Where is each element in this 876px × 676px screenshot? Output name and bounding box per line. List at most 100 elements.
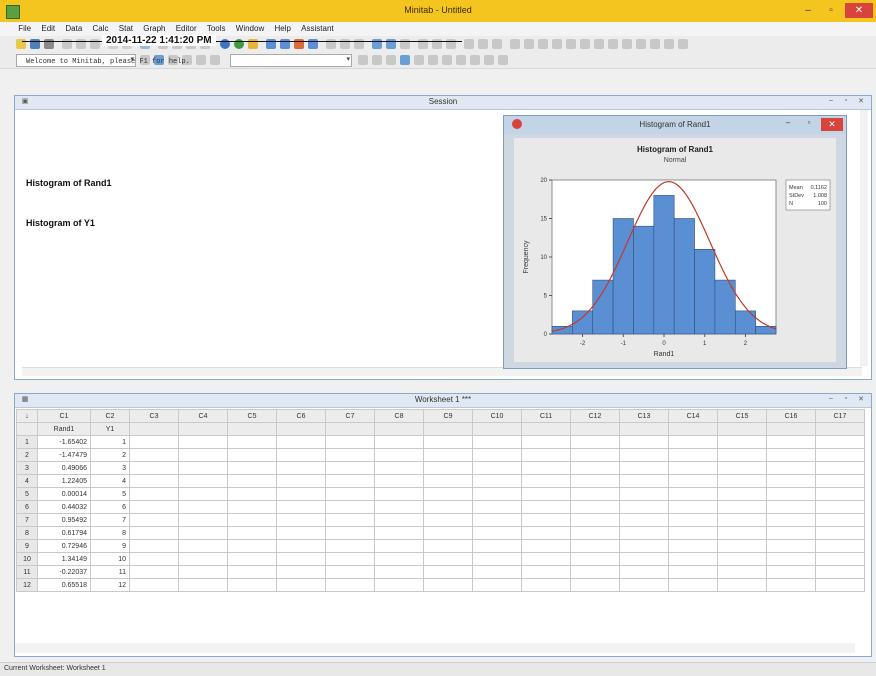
empty-cell[interactable] (129, 552, 179, 566)
corner-cell[interactable]: ↓ (16, 409, 38, 423)
column-header[interactable]: C17 (815, 409, 865, 423)
empty-cell[interactable] (227, 552, 277, 566)
clip-icon[interactable] (622, 39, 632, 49)
cell-rand1[interactable]: 0.00014 (37, 487, 91, 501)
empty-cell[interactable] (129, 526, 179, 540)
column-header[interactable]: C12 (570, 409, 620, 423)
empty-cell[interactable] (717, 513, 767, 527)
empty-cell[interactable] (178, 500, 228, 514)
empty-cell[interactable] (570, 513, 620, 527)
menu-file[interactable]: File (14, 22, 35, 36)
graph-title-bar[interactable]: Histogram of Rand1 – ▫ ✕ (504, 116, 846, 134)
empty-cell[interactable] (717, 448, 767, 462)
empty-cell[interactable] (423, 565, 473, 579)
marker-icon[interactable] (580, 39, 590, 49)
empty-cell[interactable] (472, 539, 522, 553)
empty-cell[interactable] (374, 578, 424, 592)
column-name[interactable] (129, 422, 179, 436)
row-number[interactable]: 10 (16, 552, 38, 566)
empty-cell[interactable] (472, 435, 522, 449)
empty-cell[interactable] (717, 487, 767, 501)
row-number[interactable]: 12 (16, 578, 38, 592)
column-name[interactable] (570, 422, 620, 436)
column-name[interactable] (227, 422, 277, 436)
empty-cell[interactable] (766, 461, 816, 475)
column-name[interactable] (276, 422, 326, 436)
column-name[interactable] (521, 422, 571, 436)
empty-cell[interactable] (815, 565, 865, 579)
empty-cell[interactable] (276, 578, 326, 592)
empty-cell[interactable] (276, 539, 326, 553)
worksheet-minimize-button[interactable]: – (825, 395, 837, 405)
empty-cell[interactable] (325, 500, 375, 514)
empty-cell[interactable] (668, 513, 718, 527)
column-header[interactable]: C3 (129, 409, 179, 423)
rect-tool-icon[interactable] (428, 55, 438, 65)
empty-cell[interactable] (619, 539, 669, 553)
empty-cell[interactable] (619, 500, 669, 514)
column-header[interactable]: C14 (668, 409, 718, 423)
empty-cell[interactable] (570, 487, 620, 501)
menu-tools[interactable]: Tools (203, 22, 230, 36)
empty-cell[interactable] (129, 448, 179, 462)
cell-rand1[interactable]: -1.47479 (37, 448, 91, 462)
menu-window[interactable]: Window (232, 22, 268, 36)
worksheet-horizontal-scrollbar[interactable] (15, 643, 855, 653)
annotate-icon[interactable] (492, 39, 502, 49)
empty-cell[interactable] (766, 552, 816, 566)
menu-graph[interactable]: Graph (139, 22, 169, 36)
empty-cell[interactable] (129, 578, 179, 592)
empty-cell[interactable] (325, 513, 375, 527)
empty-cell[interactable] (423, 578, 473, 592)
empty-cell[interactable] (521, 526, 571, 540)
text-tool-icon[interactable] (196, 55, 206, 65)
cell-y1[interactable]: 12 (90, 578, 130, 592)
empty-cell[interactable] (668, 526, 718, 540)
empty-cell[interactable] (521, 578, 571, 592)
empty-cell[interactable] (374, 500, 424, 514)
empty-cell[interactable] (276, 435, 326, 449)
cell-rand1[interactable]: -1.65402 (37, 435, 91, 449)
empty-cell[interactable] (619, 552, 669, 566)
empty-cell[interactable] (129, 565, 179, 579)
empty-cell[interactable] (276, 552, 326, 566)
cell-y1[interactable]: 11 (90, 565, 130, 579)
menu-assistant[interactable]: Assistant (297, 22, 337, 36)
text-icon[interactable] (510, 39, 520, 49)
column-header[interactable]: C7 (325, 409, 375, 423)
empty-cell[interactable] (668, 552, 718, 566)
empty-cell[interactable] (423, 513, 473, 527)
cell-y1[interactable]: 9 (90, 539, 130, 553)
empty-cell[interactable] (129, 435, 179, 449)
line-icon[interactable] (524, 39, 534, 49)
maximize-button[interactable]: ▫ (820, 3, 842, 18)
empty-cell[interactable] (570, 539, 620, 553)
empty-cell[interactable] (374, 474, 424, 488)
empty-cell[interactable] (227, 578, 277, 592)
empty-cell[interactable] (766, 435, 816, 449)
column-name[interactable] (374, 422, 424, 436)
empty-cell[interactable] (178, 578, 228, 592)
empty-cell[interactable] (668, 539, 718, 553)
menu-calc[interactable]: Calc (89, 22, 113, 36)
empty-cell[interactable] (276, 500, 326, 514)
empty-cell[interactable] (276, 526, 326, 540)
empty-cell[interactable] (178, 539, 228, 553)
empty-cell[interactable] (374, 565, 424, 579)
column-name[interactable] (423, 422, 473, 436)
empty-cell[interactable] (815, 435, 865, 449)
close-button[interactable]: ✕ (845, 3, 873, 18)
empty-cell[interactable] (766, 578, 816, 592)
session-vertical-scrollbar[interactable] (860, 110, 868, 366)
column-header[interactable]: C1 (37, 409, 91, 423)
minimize-button[interactable]: – (797, 3, 819, 18)
empty-cell[interactable] (325, 487, 375, 501)
empty-cell[interactable] (668, 474, 718, 488)
empty-cell[interactable] (717, 552, 767, 566)
row-number[interactable]: 5 (16, 487, 38, 501)
empty-cell[interactable] (227, 565, 277, 579)
empty-cell[interactable] (325, 526, 375, 540)
empty-cell[interactable] (276, 448, 326, 462)
ellipse-tool-icon[interactable] (442, 55, 452, 65)
empty-cell[interactable] (472, 487, 522, 501)
